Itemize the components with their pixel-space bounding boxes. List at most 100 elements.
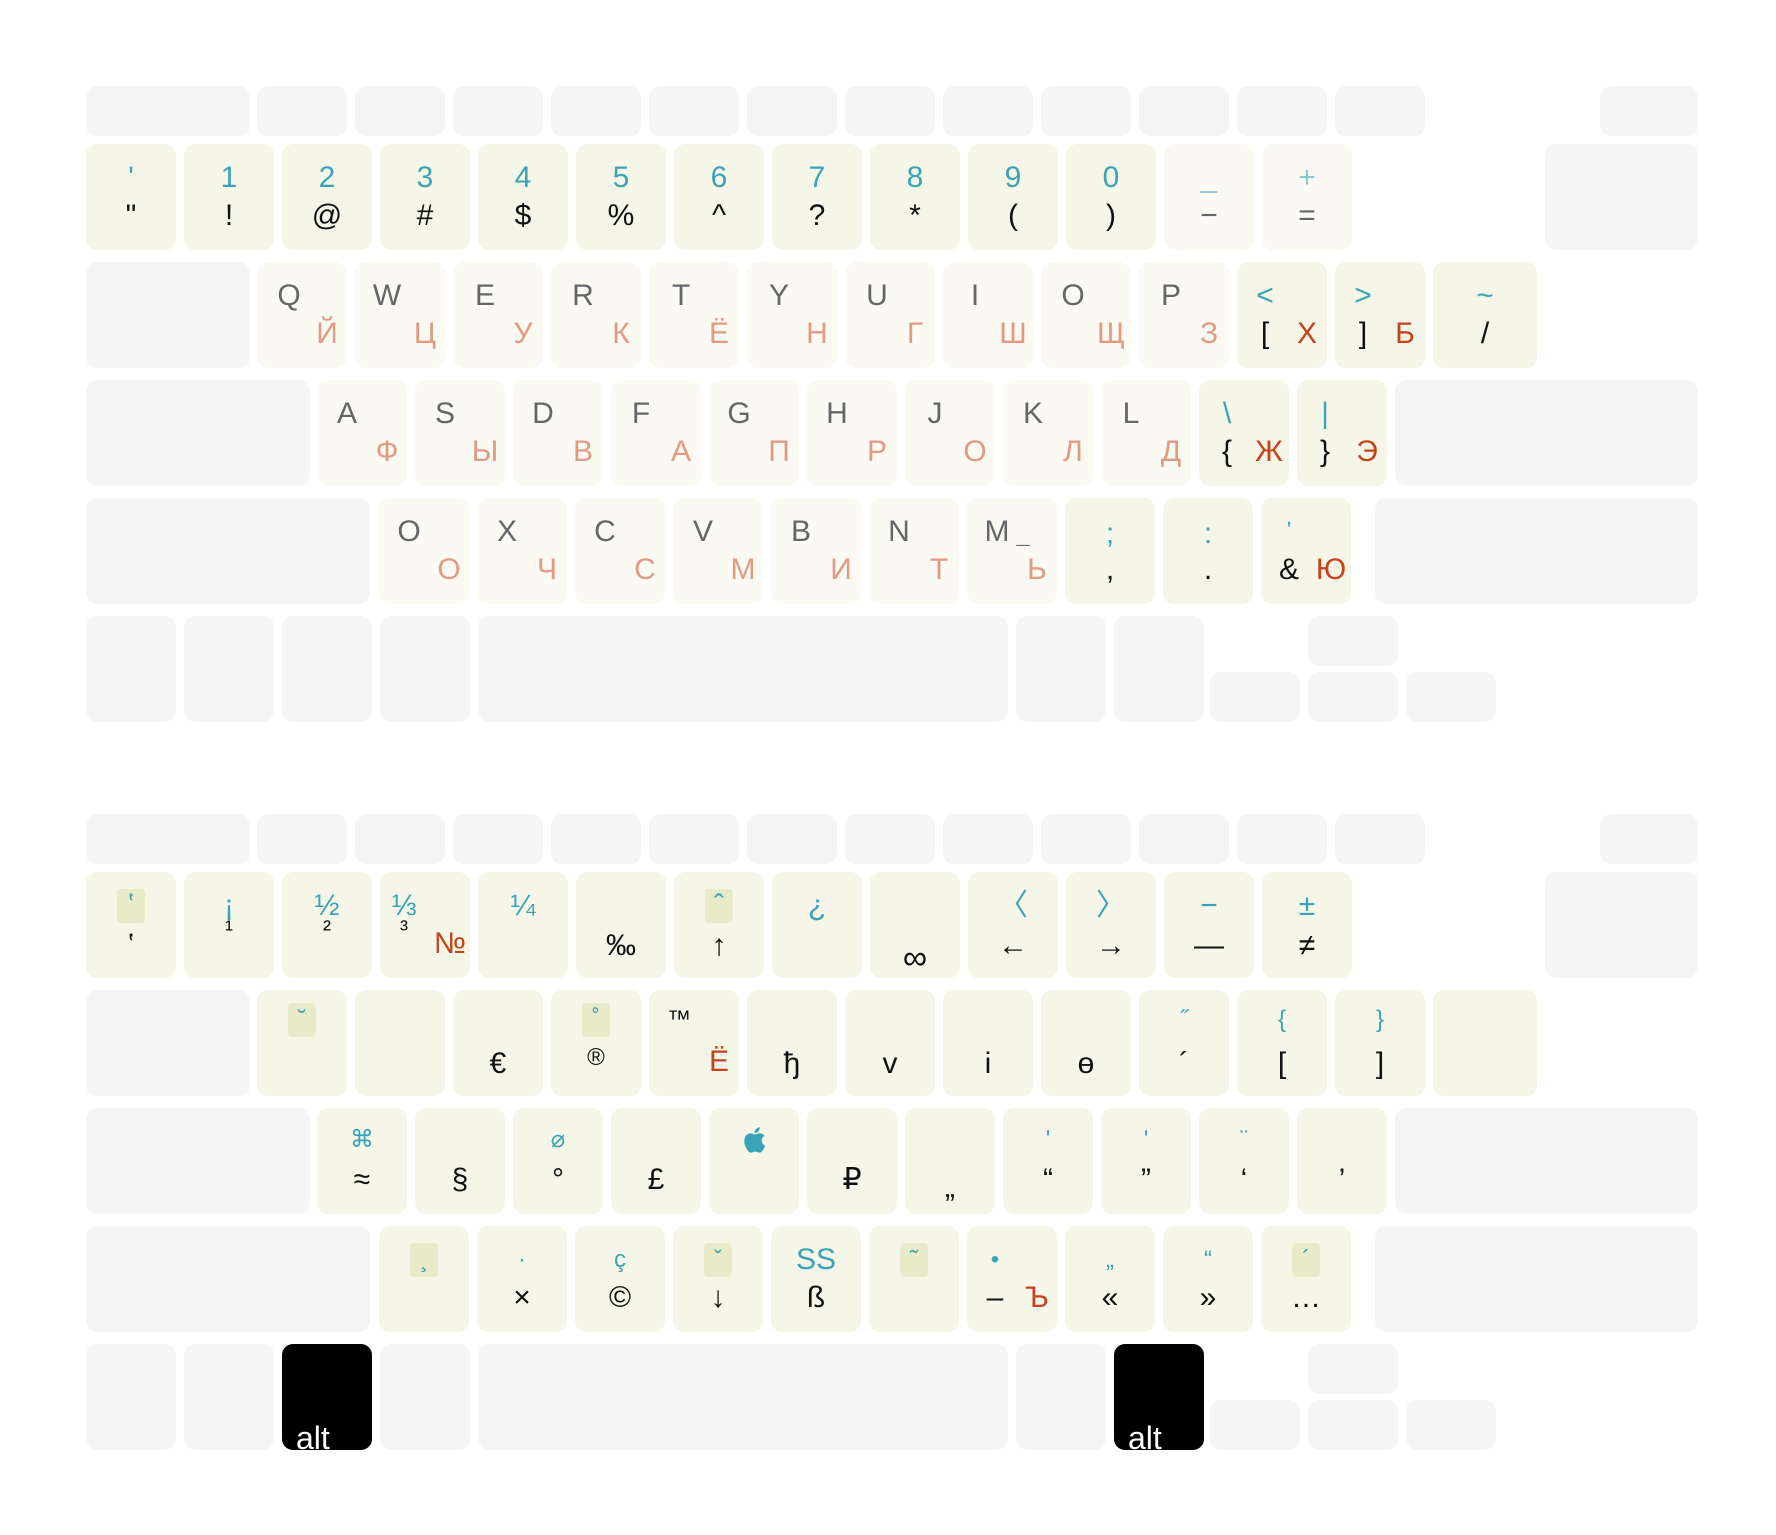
key-r1-0[interactable]: ʽʽ <box>86 872 176 978</box>
key-r1-4[interactable]: 4 $ <box>478 144 568 250</box>
fn-key[interactable] <box>1237 814 1327 864</box>
key-r1-7[interactable]: 7? <box>772 144 862 250</box>
fn-key[interactable] <box>86 814 250 864</box>
key-e[interactable]: EУ <box>453 262 543 368</box>
key-d[interactable]: DВ <box>513 380 603 486</box>
key-r[interactable]: RК <box>551 262 641 368</box>
key-r4-6[interactable]: • – Ъ <box>967 1226 1057 1332</box>
key-r1-3[interactable]: ⅓ ³ № <box>380 872 470 978</box>
key-r4-4[interactable]: SS ß <box>771 1226 861 1332</box>
key-r1-5[interactable]: 5% <box>576 144 666 250</box>
key-r1-2[interactable]: ½² <box>282 872 372 978</box>
left-shift-key[interactable] <box>86 498 370 604</box>
key-r4-2[interactable]: ç © <box>575 1226 665 1332</box>
key-y[interactable]: YН <box>747 262 837 368</box>
key-r4-7[interactable]: ;, <box>1065 498 1155 604</box>
key-r1-8[interactable]: 8 * <box>870 144 960 250</box>
key-x-1[interactable]: XЧ <box>477 498 567 604</box>
key-o[interactable]: OЩ <box>1041 262 1131 368</box>
key-r2-9[interactable]: ˝ ´ <box>1139 990 1229 1096</box>
key-r2-11[interactable]: >] Б <box>1335 262 1425 368</box>
key-r3-2[interactable]: ⌀ ° <box>513 1108 603 1214</box>
space-bar[interactable] <box>478 1344 1008 1450</box>
key-r3-6[interactable]: „ <box>905 1108 995 1214</box>
key-p[interactable]: PЗ <box>1139 262 1229 368</box>
key-r2-10[interactable]: {[ <box>1237 990 1327 1096</box>
fn-key[interactable] <box>1335 86 1425 136</box>
key-l[interactable]: LД <box>1101 380 1191 486</box>
key-r4-8[interactable]: “» <box>1163 1226 1253 1332</box>
key-r4-0[interactable]: ¸ <box>379 1226 469 1332</box>
key-r1-9[interactable]: 9( <box>968 144 1058 250</box>
backspace-key[interactable] <box>1545 872 1698 978</box>
key-r4-3[interactable]: ˇ ↓ <box>673 1226 763 1332</box>
key-r3-0[interactable]: ⌘ ≈ <box>317 1108 407 1214</box>
key-r3-5[interactable]: ₽ <box>807 1108 897 1214</box>
left-command-key[interactable] <box>380 616 470 722</box>
right-command-key[interactable] <box>1016 616 1106 722</box>
key-r1-1[interactable]: 1! <box>184 144 274 250</box>
key-r2-2[interactable]: € <box>453 990 543 1096</box>
space-bar[interactable] <box>478 616 1008 722</box>
key-r3-4[interactable] <box>709 1108 799 1214</box>
key-r1-3[interactable]: 3 # <box>380 144 470 250</box>
key-r1-0[interactable]: ʹ " <box>86 144 176 250</box>
fn-key[interactable] <box>1237 86 1327 136</box>
right-option-key[interactable]: alt <box>1114 1344 1204 1454</box>
left-command-key[interactable] <box>380 1344 470 1450</box>
fn-modifier-key[interactable] <box>86 1344 176 1450</box>
key-r3-9[interactable]: ¨ ‘ <box>1199 1108 1289 1214</box>
key-r1-9[interactable]: 〈 ← <box>968 872 1058 978</box>
key-r1-10[interactable]: 〉 → <box>1066 872 1156 978</box>
fn-key[interactable] <box>1041 814 1131 864</box>
key-r3-9[interactable]: \ {Ж <box>1199 380 1289 486</box>
key-r4-7[interactable]: „ « <box>1065 1226 1155 1332</box>
fn-key[interactable] <box>1139 86 1229 136</box>
arrow-down-key[interactable] <box>1308 672 1398 722</box>
left-option-key[interactable]: alt <box>282 1344 372 1454</box>
key-r1-11[interactable]: _ − <box>1164 144 1254 250</box>
key-r4-9[interactable]: ʽ & Ю <box>1261 498 1351 604</box>
key-a[interactable]: AФ <box>317 380 407 486</box>
arrow-right-key[interactable] <box>1406 1400 1496 1450</box>
key-r3-7[interactable]: ʹ “ <box>1003 1108 1093 1214</box>
return-key[interactable] <box>1395 380 1698 486</box>
key-r1-12[interactable]: + = <box>1262 144 1352 250</box>
key-m-6[interactable]: M Ь ¯ <box>967 498 1057 604</box>
fn-key[interactable] <box>1041 86 1131 136</box>
key-n-5[interactable]: NТ <box>869 498 959 604</box>
fn-key[interactable] <box>747 86 837 136</box>
right-shift-key[interactable] <box>1375 498 1698 604</box>
key-o-0[interactable]: OО <box>379 498 469 604</box>
key-r3-1[interactable]: § <box>415 1108 505 1214</box>
key-i[interactable]: IШ <box>943 262 1033 368</box>
fn-modifier-key[interactable] <box>86 616 176 722</box>
key-k[interactable]: KЛ <box>1003 380 1093 486</box>
fn-key[interactable] <box>86 86 250 136</box>
fn-key[interactable] <box>1600 86 1698 136</box>
key-r2-4[interactable]: ™ Ё <box>649 990 739 1096</box>
fn-key[interactable] <box>845 86 935 136</box>
key-r4-1[interactable]: · × <box>477 1226 567 1332</box>
control-key[interactable] <box>184 1344 274 1450</box>
key-v-3[interactable]: VМ <box>673 498 763 604</box>
key-r2-5[interactable]: ђ <box>747 990 837 1096</box>
arrow-up-key[interactable] <box>1308 616 1398 666</box>
key-f[interactable]: FА <box>611 380 701 486</box>
key-r1-10[interactable]: 0) <box>1066 144 1156 250</box>
right-shift-key[interactable] <box>1375 1226 1698 1332</box>
fn-key[interactable] <box>453 814 543 864</box>
key-r1-8[interactable]: ∞ <box>870 872 960 978</box>
key-h[interactable]: HР <box>807 380 897 486</box>
arrow-up-key[interactable] <box>1308 1344 1398 1394</box>
key-c-2[interactable]: CС <box>575 498 665 604</box>
key-r3-8[interactable]: ʹ” <box>1101 1108 1191 1214</box>
fn-key[interactable] <box>453 86 543 136</box>
key-r2-0[interactable]: ˘ <box>257 990 347 1096</box>
fn-key[interactable] <box>1335 814 1425 864</box>
fn-key[interactable] <box>551 814 641 864</box>
key-t[interactable]: TЁ <box>649 262 739 368</box>
key-r1-12[interactable]: ± ≠ <box>1262 872 1352 978</box>
key-r1-11[interactable]: − — <box>1164 872 1254 978</box>
fn-key[interactable] <box>649 814 739 864</box>
